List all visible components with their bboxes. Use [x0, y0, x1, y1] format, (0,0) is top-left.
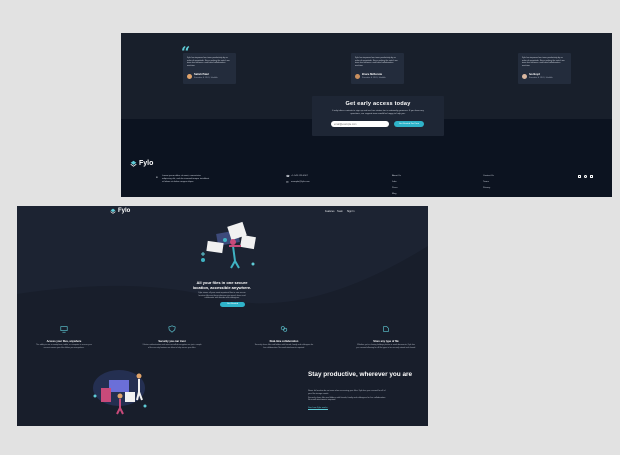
testimonial-role: Founder & CEO, Huddle — [194, 77, 218, 79]
productive-paragraph: Securely share files and folders with fr… — [308, 396, 386, 402]
avatar — [187, 74, 192, 79]
location-icon: ● — [156, 175, 158, 179]
footer-phone[interactable]: +1-543-123-4567 — [291, 175, 308, 178]
header-logo[interactable]: Fylo — [110, 208, 130, 214]
feature-title: Store any type of file — [373, 340, 399, 343]
testimonial-card: Fylo has improved our team productivity … — [351, 53, 404, 84]
twitter-icon[interactable] — [584, 175, 587, 178]
productive-illustration — [93, 370, 147, 415]
footer-link[interactable]: Contact Us — [483, 175, 494, 178]
productive-paragraph: Never let location be an issue when acce… — [308, 390, 386, 395]
footer-link[interactable]: Press — [392, 187, 398, 190]
feature-item: Store any type of file Whether you're sh… — [356, 322, 416, 349]
mail-icon: ✉ — [286, 180, 289, 184]
testimonial-text: Fylo has improved our team productivity … — [355, 57, 398, 67]
header-brand: Fylo — [118, 208, 131, 214]
testimonial-text: Fylo has improved our team productivity … — [187, 57, 230, 67]
testimonial-name: Bruce McKenzie — [362, 73, 383, 76]
testimonial-name: Iva Boyd — [529, 73, 540, 76]
get-started-button[interactable]: Get Started — [220, 302, 245, 307]
footer-screenshot: “ Fylo has improved our team productivit… — [121, 33, 612, 197]
feature-text: The ability to use a smartphone, tablet,… — [36, 344, 92, 349]
get-started-button[interactable]: Get Started For Free — [394, 121, 424, 127]
footer-link[interactable]: Terms — [483, 181, 489, 184]
feature-title: Security you can trust — [158, 340, 186, 343]
facebook-icon[interactable] — [578, 175, 581, 178]
nav-item-team[interactable]: Team — [337, 210, 343, 213]
footer-link[interactable]: Privacy — [483, 187, 490, 190]
feature-title: Real-time collaboration — [269, 340, 299, 343]
footer-logo[interactable]: Fylo — [130, 160, 153, 167]
fylo-logo-icon — [110, 208, 116, 214]
footer-brand: Fylo — [139, 160, 154, 167]
testimonial-text: Fylo has improved our team productivity … — [522, 57, 565, 67]
footer-link[interactable]: About Us — [392, 175, 401, 178]
landing-screenshot: Fylo Features Team Sign In All your file… — [17, 206, 428, 426]
phone-icon: ☎ — [286, 174, 290, 178]
feature-item: Security you can trust 2-factor authenti… — [142, 322, 202, 349]
hero-title: All your files in one secure location, a… — [192, 280, 252, 290]
testimonial-card: Fylo has improved our team productivity … — [183, 53, 236, 84]
shield-icon — [168, 325, 176, 333]
early-access-text: It only takes a minute to sign up and ou… — [332, 110, 424, 115]
feature-text: Whether you're sharing holidays photos o… — [356, 344, 416, 349]
testimonial-name: Satish Patel — [194, 73, 209, 76]
testimonial-role: Founder & CEO, Huddle — [362, 77, 386, 79]
footer-link[interactable]: Jobs — [392, 181, 397, 184]
early-access-card: Get early access today It only takes a m… — [312, 96, 444, 136]
feature-item: Real-time collaboration Securely share f… — [254, 322, 314, 349]
feature-text: 2-factor authentication and user-control… — [142, 344, 202, 349]
footer-email[interactable]: example@fylo.com — [291, 181, 310, 184]
feature-item: Access your files, anywhere The ability … — [34, 322, 94, 349]
early-access-title: Get early access today — [345, 101, 411, 107]
feature-text: Securely share files and folders with fr… — [254, 344, 314, 349]
nav-item-sign-in[interactable]: Sign In — [347, 210, 354, 213]
instagram-icon[interactable] — [590, 175, 593, 178]
testimonial-role: Founder & CEO, Huddle — [529, 77, 553, 79]
collaboration-icon — [280, 326, 288, 332]
productive-text: Never let location be an issue when acce… — [308, 390, 388, 402]
footer-link[interactable]: Blog — [392, 193, 396, 196]
productive-title: Stay productive, wherever you are — [308, 371, 413, 378]
testimonial-card: Fylo has improved our team productivity … — [518, 53, 571, 84]
avatar — [355, 74, 360, 79]
hero-illustration — [201, 221, 256, 269]
email-field[interactable] — [331, 121, 389, 127]
file-icon — [383, 326, 389, 332]
footer-address: Lorem ipsum dolor sit amet, consectetur … — [162, 175, 210, 183]
hero-text: Fylo stores all your most important file… — [198, 292, 246, 300]
nav-item-features[interactable]: Features — [325, 210, 334, 213]
feature-title: Access your files, anywhere — [46, 340, 82, 343]
monitor-icon — [60, 326, 68, 333]
see-how-link[interactable]: See how Fylo works — [308, 407, 328, 410]
fylo-logo-icon — [130, 160, 137, 167]
avatar — [522, 74, 527, 79]
